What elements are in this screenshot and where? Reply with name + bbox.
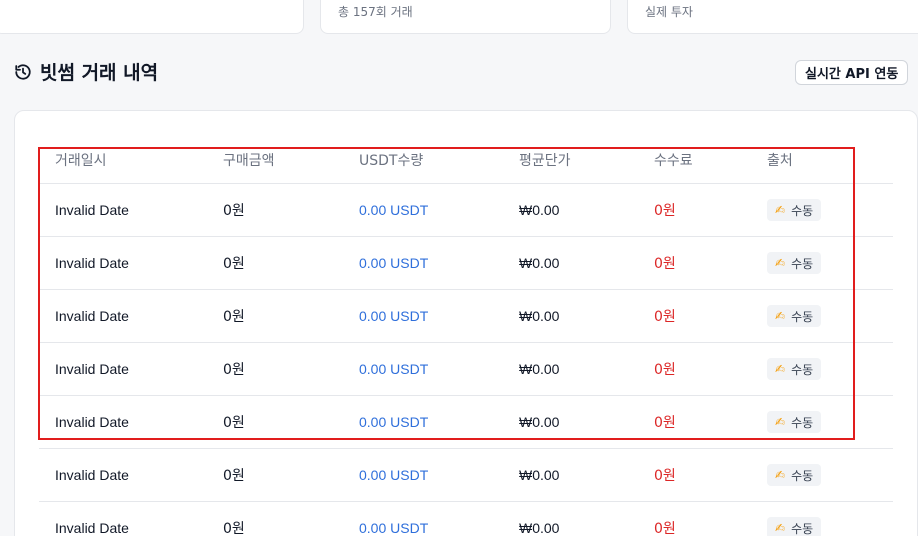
- cell-date: Invalid Date: [55, 308, 129, 324]
- writing-hand-icon: ✍: [775, 362, 786, 376]
- section-title-text: 빗썸 거래 내역: [40, 62, 159, 84]
- table-row[interactable]: Invalid Date 0원 0.00 USDT ₩0.00 0원 ✍ 수동: [39, 396, 893, 449]
- cell-avg-price: ₩0.00: [519, 361, 560, 377]
- cell-usdt: 0.00 USDT: [359, 202, 429, 218]
- cell-date: Invalid Date: [55, 361, 129, 377]
- cell-source: ✍ 수동: [767, 449, 822, 501]
- cell-source: ✍ 수동: [767, 290, 822, 342]
- writing-hand-icon: ✍: [775, 256, 786, 270]
- cell-avg-price: ₩0.00: [519, 414, 560, 430]
- cell-usdt: 0.00 USDT: [359, 255, 429, 271]
- table-row[interactable]: Invalid Date 0원 0.00 USDT ₩0.00 0원 ✍ 수동: [39, 343, 893, 396]
- cell-amount: 0원: [223, 415, 245, 431]
- writing-hand-icon: ✍: [775, 203, 786, 217]
- cell-usdt: 0.00 USDT: [359, 467, 429, 483]
- table-row[interactable]: Invalid Date 0원 0.00 USDT ₩0.00 0원 ✍ 수동: [39, 290, 893, 343]
- cell-avg-price: ₩0.00: [519, 467, 560, 483]
- transaction-table-card: 거래일시 구매금액 USDT수량 평균단가 수수료 출처 Invalid Dat…: [14, 110, 918, 536]
- writing-hand-icon: ✍: [775, 309, 786, 323]
- cell-fee: 0원: [654, 521, 676, 536]
- cell-source: ✍ 수동: [767, 343, 822, 395]
- history-icon: [14, 63, 32, 81]
- stat-card-3: 실제 투자: [627, 0, 918, 34]
- cell-usdt: 0.00 USDT: [359, 308, 429, 324]
- writing-hand-icon: ✍: [775, 521, 786, 535]
- transaction-table: 거래일시 구매금액 USDT수량 평균단가 수수료 출처 Invalid Dat…: [39, 137, 893, 536]
- table-header-row: 거래일시 구매금액 USDT수량 평균단가 수수료 출처: [39, 137, 893, 184]
- cell-date: Invalid Date: [55, 202, 129, 218]
- source-badge: ✍ 수동: [767, 464, 822, 486]
- cell-avg-price: ₩0.00: [519, 308, 560, 324]
- source-label: 수동: [791, 256, 814, 271]
- cell-amount: 0원: [223, 468, 245, 484]
- table-row[interactable]: Invalid Date 0원 0.00 USDT ₩0.00 0원 ✍ 수동: [39, 449, 893, 502]
- writing-hand-icon: ✍: [775, 468, 786, 482]
- source-badge: ✍ 수동: [767, 517, 822, 536]
- cell-avg-price: ₩0.00: [519, 520, 560, 536]
- cell-fee: 0원: [654, 468, 676, 484]
- cell-fee: 0원: [654, 203, 676, 219]
- cell-avg-price: ₩0.00: [519, 202, 560, 218]
- stat-card-1: [0, 0, 304, 34]
- cell-avg-price: ₩0.00: [519, 255, 560, 271]
- cell-date: Invalid Date: [55, 520, 129, 536]
- section-title: 빗썸 거래 내역: [14, 58, 158, 85]
- source-label: 수동: [791, 521, 814, 536]
- source-badge: ✍ 수동: [767, 411, 822, 433]
- cell-usdt: 0.00 USDT: [359, 520, 429, 536]
- section-header: 빗썸 거래 내역 실시간 API 연동: [14, 56, 918, 88]
- cell-date: Invalid Date: [55, 255, 129, 271]
- cell-fee: 0원: [654, 256, 676, 272]
- column-header-fee[interactable]: 수수료: [654, 137, 693, 183]
- source-label: 수동: [791, 415, 814, 430]
- stat-card-sub: 총 157회 거래: [338, 5, 413, 19]
- api-status-badge[interactable]: 실시간 API 연동: [795, 60, 909, 85]
- source-badge: ✍ 수동: [767, 358, 822, 380]
- source-label: 수동: [791, 309, 814, 324]
- column-header-usdt[interactable]: USDT수량: [359, 137, 423, 183]
- cell-fee: 0원: [654, 309, 676, 325]
- source-label: 수동: [791, 203, 814, 218]
- column-header-source[interactable]: 출처: [767, 137, 793, 183]
- column-header-avg-price[interactable]: 평균단가: [519, 137, 571, 183]
- column-header-date[interactable]: 거래일시: [55, 137, 107, 183]
- cell-amount: 0원: [223, 309, 245, 325]
- cell-usdt: 0.00 USDT: [359, 361, 429, 377]
- table-row[interactable]: Invalid Date 0원 0.00 USDT ₩0.00 0원 ✍ 수동: [39, 237, 893, 290]
- table-row[interactable]: Invalid Date 0원 0.00 USDT ₩0.00 0원 ✍ 수동: [39, 184, 893, 237]
- stat-card-2: 총 157회 거래: [320, 0, 611, 34]
- column-header-amount[interactable]: 구매금액: [223, 137, 275, 183]
- source-badge: ✍ 수동: [767, 252, 822, 274]
- cell-date: Invalid Date: [55, 414, 129, 430]
- cell-amount: 0원: [223, 203, 245, 219]
- cell-fee: 0원: [654, 362, 676, 378]
- cell-source: ✍ 수동: [767, 184, 822, 236]
- source-badge: ✍ 수동: [767, 305, 822, 327]
- cell-amount: 0원: [223, 256, 245, 272]
- stat-card-sub: 실제 투자: [645, 5, 693, 19]
- cell-source: ✍ 수동: [767, 396, 822, 448]
- writing-hand-icon: ✍: [775, 415, 786, 429]
- cell-date: Invalid Date: [55, 467, 129, 483]
- cell-amount: 0원: [223, 521, 245, 536]
- source-label: 수동: [791, 362, 814, 377]
- cell-usdt: 0.00 USDT: [359, 414, 429, 430]
- cell-amount: 0원: [223, 362, 245, 378]
- cell-source: ✍ 수동: [767, 502, 822, 536]
- cell-source: ✍ 수동: [767, 237, 822, 289]
- table-row[interactable]: Invalid Date 0원 0.00 USDT ₩0.00 0원 ✍ 수동: [39, 502, 893, 536]
- source-badge: ✍ 수동: [767, 199, 822, 221]
- source-label: 수동: [791, 468, 814, 483]
- cell-fee: 0원: [654, 415, 676, 431]
